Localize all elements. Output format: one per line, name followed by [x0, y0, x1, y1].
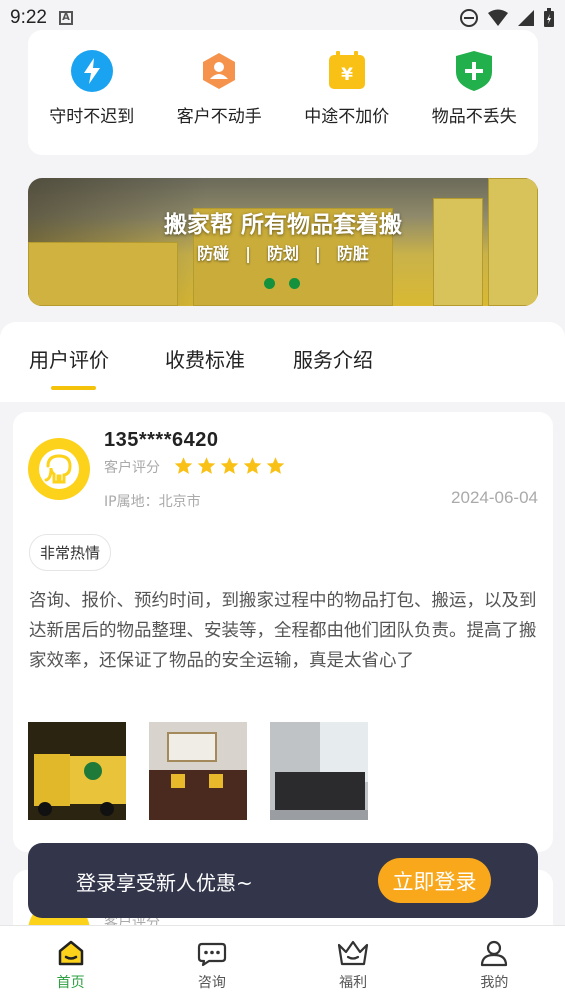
login-prompt: 登录享受新人优惠~ 立即登录 — [28, 843, 538, 918]
review-tag: 非常热情 — [29, 534, 112, 571]
tab-pricing[interactable]: 收费标准 — [165, 344, 245, 373]
avatar — [28, 438, 90, 500]
home-icon — [58, 940, 83, 966]
login-button[interactable]: 立即登录 — [378, 858, 491, 903]
review-photos — [28, 722, 368, 820]
wifi-icon — [488, 9, 508, 26]
banner-subtitle: 防碰 | 防划 | 防脏 — [28, 240, 538, 264]
price-tag-icon: ¥ — [326, 50, 368, 92]
lightning-icon — [70, 50, 113, 92]
crown-icon — [338, 940, 369, 966]
review-date: 2024-06-04 — [451, 488, 538, 507]
rating-label: 客户评分 — [104, 460, 160, 476]
star-icon — [197, 457, 216, 474]
nav-label: 福利 — [339, 975, 368, 991]
chat-icon — [197, 942, 226, 967]
review-photo-sofa[interactable] — [149, 722, 247, 820]
review-content: 咨询、报价、预约时间，到搬家过程中的物品打包、搬运，以及到达新居后的物品整理、安… — [29, 591, 537, 671]
feature-label: 客户不动手 — [176, 107, 262, 127]
tab-service-intro[interactable]: 服务介绍 — [293, 344, 373, 373]
feature-label: 中途不加价 — [304, 107, 390, 127]
bottom-nav: 首页 咨询 福利 我的 — [0, 925, 565, 1004]
login-prompt-text: 登录享受新人优惠~ — [76, 871, 253, 895]
feature-label: 守时不迟到 — [49, 107, 135, 127]
svg-text:¥: ¥ — [341, 65, 353, 85]
nav-label: 咨询 — [197, 975, 226, 991]
banner-separator: | — [315, 244, 321, 263]
ip-location: IP属地：北京市 — [104, 494, 201, 510]
do-not-disturb-icon — [460, 9, 478, 27]
banner-title: 搬家帮 所有物品套着搬 — [163, 212, 402, 238]
nav-item-consult[interactable]: 咨询 — [141, 926, 282, 1004]
banner-subtitle-item: 防划 — [266, 244, 299, 263]
review-card: 135****6420 客户评分 IP属地：北京市 2024-06-04 非常热… — [13, 412, 553, 852]
reviewer-phone: 135****6420 — [104, 429, 219, 451]
shield-plus-icon — [453, 50, 495, 92]
tab-bar: 用户评价 收费标准 服务介绍 — [0, 322, 565, 402]
banner-separator: | — [245, 244, 251, 263]
feature-guarantees: 守时不迟到 客户不动手 ¥ 中途不加价 物品不丢失 — [28, 30, 538, 155]
star-icon — [220, 457, 239, 474]
status-icons — [459, 8, 555, 28]
accessibility-icon: A — [58, 11, 73, 25]
star-rating — [173, 456, 286, 476]
status-time: 9:22 — [10, 7, 47, 28]
feature-label: 物品不丢失 — [431, 107, 517, 127]
feature-no-extra-charge: ¥ 中途不加价 — [287, 50, 407, 127]
nav-item-benefits[interactable]: 福利 — [283, 926, 424, 1004]
star-icon — [266, 457, 285, 474]
signal-icon — [518, 10, 534, 26]
feature-no-loss: 物品不丢失 — [414, 50, 534, 127]
elephant-logo-icon — [39, 449, 79, 489]
active-tab-indicator — [51, 386, 96, 390]
nav-label: 我的 — [480, 975, 509, 991]
banner-subtitle-item: 防碰 — [197, 244, 230, 263]
star-icon — [243, 457, 262, 474]
banner-pagination — [264, 278, 300, 289]
tab-user-reviews[interactable]: 用户评价 — [29, 344, 109, 373]
user-icon — [481, 940, 508, 967]
banner-dot[interactable] — [289, 278, 300, 289]
nav-item-home[interactable]: 首页 — [0, 926, 141, 1004]
nav-item-mine[interactable]: 我的 — [424, 926, 565, 1004]
feature-on-time: 守时不迟到 — [32, 50, 152, 127]
banner-dot[interactable] — [264, 278, 275, 289]
person-icon — [198, 50, 240, 92]
star-icon — [174, 457, 193, 474]
banner-subtitle-item: 防脏 — [336, 244, 369, 263]
nav-label: 首页 — [56, 975, 85, 991]
battery-icon — [544, 8, 554, 27]
promo-banner[interactable]: 搬家帮 所有物品套着搬 防碰 | 防划 | 防脏 — [28, 178, 538, 306]
feature-customer-hands-free: 客户不动手 — [159, 50, 279, 127]
review-photo-room[interactable] — [270, 722, 368, 820]
review-photo-truck[interactable] — [28, 722, 126, 820]
